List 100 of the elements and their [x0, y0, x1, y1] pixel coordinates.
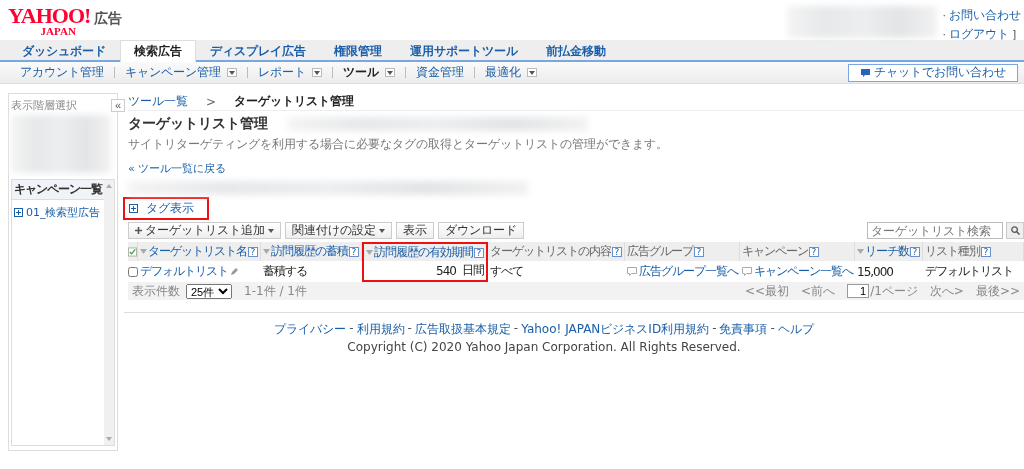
sort-icon[interactable]	[140, 249, 147, 254]
comment-icon	[742, 267, 752, 276]
page-description: サイトリターゲティングを利用する場合に必要なタグの取得とターゲットリストの管理ができます。	[128, 136, 669, 153]
toolbar-button[interactable]: 関連付けの設定	[285, 222, 392, 239]
help-icon[interactable]: ?	[981, 246, 991, 257]
footer-link[interactable]: 広告取扱基本規定	[414, 321, 511, 338]
caret-icon	[229, 70, 235, 75]
page-count: /1ページ	[870, 282, 918, 300]
scroll-up-icon[interactable]	[106, 184, 112, 188]
table-cell: 15,000	[857, 264, 893, 279]
nav-tab[interactable]: 運用サポートツール	[396, 40, 532, 62]
per-page-label: 表示件数	[132, 282, 180, 300]
page-title: ターゲットリスト管理	[128, 115, 268, 133]
pencil-icon[interactable]	[230, 267, 238, 276]
subnav-item[interactable]: 最適化	[475, 64, 547, 81]
search-icon	[1010, 226, 1020, 235]
table-link[interactable]: 広告グループ一覧へ	[639, 263, 738, 280]
expand-icon[interactable]	[14, 208, 23, 217]
scrollbar[interactable]	[104, 180, 114, 445]
header-link[interactable]: お問い合わせ	[949, 7, 1021, 24]
column-header[interactable]: ターゲットリストの内容 ?	[488, 242, 625, 261]
subnav-item[interactable]: アカウント管理	[10, 64, 114, 81]
caret-icon	[314, 70, 320, 75]
search-button[interactable]	[1006, 222, 1024, 239]
help-icon[interactable]: ?	[694, 246, 704, 257]
breadcrumb-separator: >	[206, 94, 217, 109]
column-header[interactable]: リスト種別 ?	[923, 242, 1024, 261]
column-header[interactable]: 広告グループ ?	[625, 242, 740, 261]
column-header[interactable]: キャンペーン ?	[740, 242, 855, 261]
expand-icon[interactable]	[129, 204, 138, 213]
subnav-item[interactable]: ツール	[333, 64, 405, 81]
help-icon[interactable]: ?	[248, 246, 258, 257]
help-icon[interactable]: ?	[612, 246, 622, 257]
subnav-item[interactable]: レポート	[248, 64, 332, 81]
subnav-item[interactable]: キャンペーン管理	[115, 64, 247, 81]
caret-icon	[268, 228, 274, 233]
help-icon[interactable]: ?	[910, 246, 920, 257]
table-link[interactable]: キャンペーン一覧へ	[754, 263, 853, 280]
breadcrumb-current: ターゲットリスト管理	[234, 93, 355, 110]
table-cell: デフォルトリスト	[925, 263, 1013, 280]
nav-tab[interactable]: 検索広告	[120, 40, 196, 62]
select-all-checkbox[interactable]	[128, 246, 137, 257]
nav-tab[interactable]: 前払金移動	[532, 40, 620, 62]
toolbar-button[interactable]: ターゲットリスト追加	[128, 222, 281, 239]
bullet: ·	[942, 28, 946, 41]
footer-separator: -	[712, 321, 717, 337]
campaign-item[interactable]: 01_検索型広告	[12, 200, 104, 225]
nav-tab[interactable]: ダッシュボード	[8, 40, 120, 62]
range-label: 1-1件 / 1件	[244, 282, 307, 300]
footer-separator: -	[513, 321, 519, 337]
help-icon[interactable]: ?	[474, 247, 484, 258]
table-link[interactable]: デフォルトリスト	[140, 263, 228, 280]
sort-icon[interactable]	[857, 249, 864, 254]
tag-toggle-link[interactable]: タグ表示	[123, 197, 209, 220]
footer-link[interactable]: ヘルプ	[777, 321, 814, 338]
sort-icon[interactable]	[263, 249, 270, 254]
dropdown-icon[interactable]	[227, 68, 237, 77]
back-link[interactable]: « ツール一覧に戻る	[128, 161, 227, 176]
column-header[interactable]: ターゲットリスト名 ?	[138, 242, 261, 261]
logo[interactable]: YAHOO! JAPAN	[8, 6, 91, 37]
unit-label: 日間	[462, 262, 484, 279]
search-field[interactable]: ターゲットリスト検索	[867, 222, 1003, 239]
chat-button[interactable]: チャットでお問い合わせ	[848, 63, 1018, 82]
toolbar-button[interactable]: ダウンロード	[438, 222, 524, 239]
table-cell: 蓄積する	[263, 263, 307, 280]
subnav-item[interactable]: 資金管理	[406, 64, 474, 81]
nav-tab[interactable]: ディスプレイ広告	[196, 40, 320, 62]
plus-icon	[135, 227, 142, 234]
footer-link[interactable]: 免責事項	[719, 321, 768, 338]
scroll-down-icon[interactable]	[106, 437, 112, 441]
table-cell: 540	[436, 263, 456, 278]
breadcrumb-link[interactable]: ツール一覧	[128, 93, 188, 110]
toolbar-button[interactable]: 表示	[396, 222, 434, 239]
nav-tab[interactable]: 権限管理	[320, 40, 396, 62]
column-header[interactable]: リーチ数 ?	[855, 242, 923, 261]
bullet: ·	[942, 9, 946, 22]
dropdown-icon[interactable]	[312, 68, 322, 77]
caret-icon	[529, 70, 535, 75]
copyright: Copyright (C) 2020 Yahoo Japan Corporation. All Rights Reserved.	[347, 340, 741, 354]
footer-separator: -	[770, 321, 775, 337]
header-link[interactable]: ログアウト	[949, 26, 1009, 43]
help-icon[interactable]: ?	[809, 246, 819, 257]
dropdown-icon[interactable]	[527, 68, 537, 77]
collapse-button[interactable]: «	[111, 98, 125, 112]
footer-link[interactable]: Yahoo! JAPANビジネスID利用規約	[521, 321, 710, 338]
row-checkbox[interactable]	[128, 266, 138, 277]
footer-link[interactable]: プライバシー	[274, 321, 347, 338]
footer-link[interactable]: 利用規約	[356, 321, 405, 338]
table-cell: すべて	[490, 263, 523, 280]
footer-separator: -	[349, 321, 354, 337]
column-header[interactable]: 訪問履歴の蓄積 ?	[261, 242, 362, 261]
column-header[interactable]: 訪問履歴の有効期間 ?	[362, 242, 488, 261]
help-icon[interactable]: ?	[349, 246, 359, 257]
per-page-select[interactable]: 25件	[186, 283, 232, 299]
page-field[interactable]: 1	[847, 284, 870, 298]
caret-icon	[379, 228, 385, 233]
comment-icon	[627, 267, 637, 276]
caret-icon	[387, 70, 393, 75]
dropdown-icon[interactable]	[385, 68, 395, 77]
sort-icon[interactable]	[366, 250, 373, 255]
